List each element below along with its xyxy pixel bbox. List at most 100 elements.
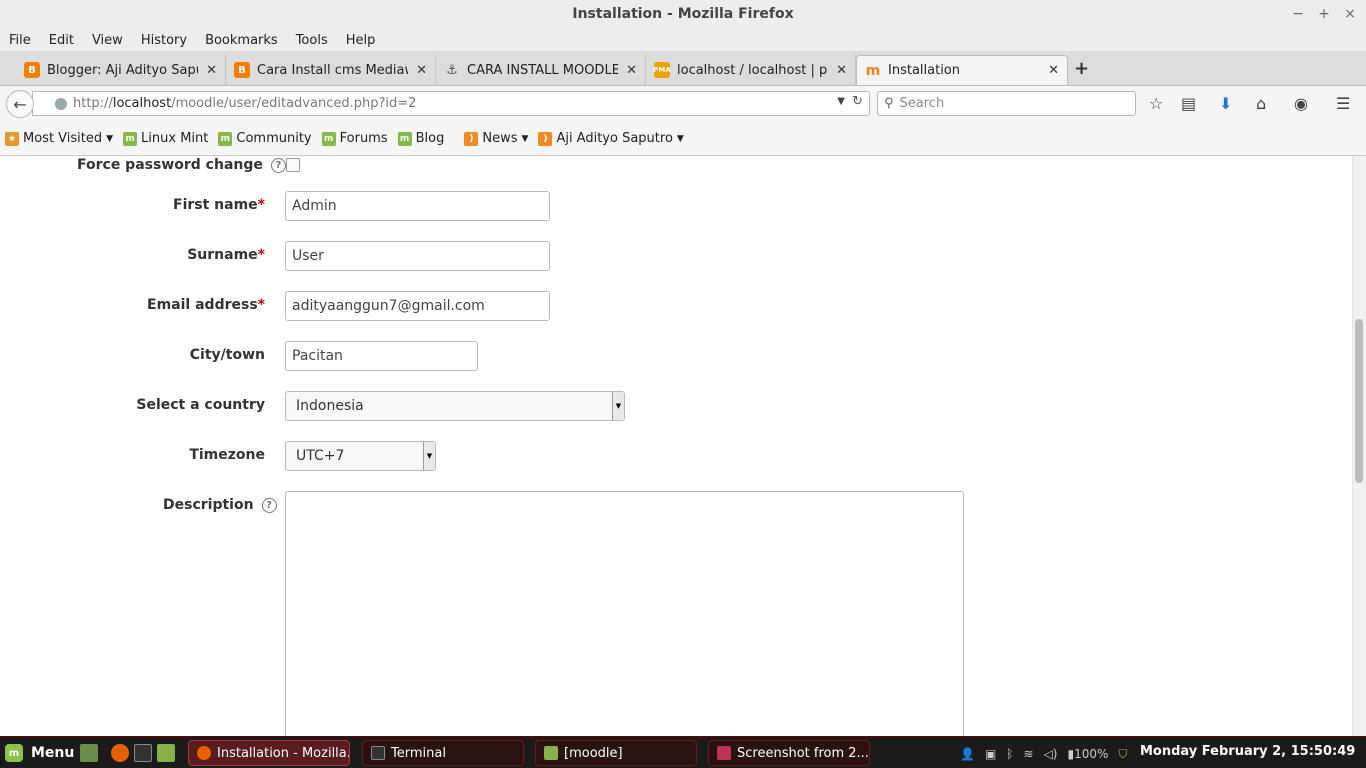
url-path: /moodle/user/editadvanced.php?id=2 <box>171 96 417 111</box>
menu-tools[interactable]: Tools <box>296 33 328 48</box>
tab-label: Installation <box>888 63 961 78</box>
tab-moodle-guide[interactable]: ⚓ CARA INSTALL MOODLE ... ✕ <box>436 55 646 85</box>
url-bar[interactable]: http://localhost/moodle/user/editadvance… <box>32 91 870 116</box>
bookmark-community[interactable]: m Community <box>218 131 312 146</box>
hamburger-menu-icon[interactable]: ☰ <box>1336 94 1350 113</box>
scrollbar-thumb[interactable] <box>1355 319 1363 483</box>
bookmarks-bar: ★ Most Visited ▼ m Linux Mint m Communit… <box>0 122 1366 156</box>
bookmark-label: Forums <box>339 131 388 146</box>
shield-icon[interactable]: ⛉ <box>1118 747 1127 762</box>
phpmyadmin-icon: PMA <box>653 62 671 78</box>
bookmark-forums[interactable]: m Forums <box>321 131 388 146</box>
close-tab-icon[interactable]: ✕ <box>836 63 847 78</box>
description-textarea[interactable] <box>285 491 964 736</box>
bookmark-aji-adityo[interactable]: ) Aji Adityo Saputro ▼ <box>538 131 684 146</box>
battery-indicator[interactable]: ▮100% <box>1067 747 1108 761</box>
task-files[interactable]: [moodle] <box>535 740 697 766</box>
tab-blogger[interactable]: B Blogger: Aji Adityo Saputr... ✕ <box>16 55 226 85</box>
mint-icon: m <box>321 131 336 146</box>
bookmark-label: Aji Adityo Saputro <box>556 131 673 146</box>
surname-input[interactable]: User <box>285 241 550 271</box>
back-button[interactable]: ← <box>6 90 34 118</box>
show-desktop-icon[interactable] <box>80 744 98 762</box>
maximize-icon[interactable]: + <box>1318 0 1330 29</box>
tab-mediawiki[interactable]: B Cara Install cms Mediawi... ✕ <box>226 55 436 85</box>
bookmark-star-icon[interactable]: ☆ <box>1149 94 1163 113</box>
timezone-label: Timezone <box>189 447 265 463</box>
reading-list-icon[interactable]: ▤ <box>1181 94 1196 113</box>
blogger-icon: B <box>234 62 250 78</box>
new-tab-icon[interactable]: + <box>1074 58 1089 79</box>
mint-icon: m <box>123 131 138 146</box>
url-dropdown-icon[interactable]: ▼ <box>837 96 845 107</box>
url-prefix: http:// <box>73 96 113 111</box>
reload-icon[interactable]: ↻ <box>852 94 863 109</box>
system-tray: 👤 ▣ ᛒ ≋ ◁) ▮100% ⛉ <box>960 744 1127 764</box>
close-tab-icon[interactable]: ✕ <box>1048 63 1059 78</box>
first-name-input[interactable]: Admin <box>285 191 550 221</box>
chevron-down-icon: ▼ <box>423 442 435 470</box>
menu-bookmarks[interactable]: Bookmarks <box>205 33 278 48</box>
start-menu-button[interactable]: m Menu <box>5 742 74 764</box>
folder-icon <box>544 746 558 760</box>
download-icon[interactable]: ⬇ <box>1219 94 1232 113</box>
bookmark-news[interactable]: ) News ▼ <box>464 131 528 146</box>
task-firefox[interactable]: Installation - Mozilla... <box>188 740 350 766</box>
city-input[interactable]: Pacitan <box>285 341 478 371</box>
moodle-icon: m <box>865 62 881 79</box>
home-icon[interactable]: ⌂ <box>1256 94 1266 113</box>
help-icon[interactable]: ? <box>270 157 286 173</box>
bookmark-most-visited[interactable]: ★ Most Visited ▼ <box>5 131 113 146</box>
menu-history[interactable]: History <box>141 33 187 48</box>
bookmark-label: Blog <box>415 131 445 146</box>
tab-phpmyadmin[interactable]: PMA localhost / localhost | ph... ✕ <box>646 55 856 85</box>
close-tab-icon[interactable]: ✕ <box>206 63 217 78</box>
email-input[interactable]: adityaanggun7@gmail.com <box>285 291 550 321</box>
minimize-icon[interactable]: − <box>1292 0 1304 29</box>
url-host: localhost <box>112 96 172 111</box>
wifi-icon[interactable]: ≋ <box>1024 747 1034 761</box>
menu-file[interactable]: File <box>9 33 31 48</box>
timezone-select[interactable]: UTC+7 ▼ <box>285 441 436 471</box>
terminal-launcher-icon[interactable] <box>134 744 152 762</box>
chat-icon[interactable]: ◉ <box>1294 94 1308 113</box>
surname-label: Surname* <box>187 247 265 263</box>
screenshot-icon <box>717 746 731 760</box>
firefox-launcher-icon[interactable] <box>111 744 129 762</box>
close-icon[interactable]: × <box>1344 0 1356 29</box>
task-terminal[interactable]: Terminal <box>362 740 524 766</box>
taskbar: m Menu Installation - Mozilla... Termina… <box>0 736 1366 768</box>
required-mark: * <box>257 197 265 213</box>
city-label: City/town <box>189 347 265 363</box>
close-tab-icon[interactable]: ✕ <box>626 63 637 78</box>
mint-logo-icon: m <box>5 744 23 762</box>
window-titlebar: Installation - Mozilla Firefox − + × <box>0 0 1366 29</box>
nav-bar: http://localhost/moodle/user/editadvance… <box>0 86 1366 122</box>
bookmark-linux-mint[interactable]: m Linux Mint <box>123 131 208 146</box>
menu-edit[interactable]: Edit <box>49 33 74 48</box>
required-mark: * <box>257 297 265 313</box>
force-password-label: Force password change? <box>77 157 286 173</box>
user-icon[interactable]: 👤 <box>960 747 975 761</box>
menu-view[interactable]: View <box>92 33 123 48</box>
most-visited-icon: ★ <box>5 131 19 146</box>
help-icon[interactable]: ? <box>261 497 277 513</box>
search-input[interactable]: ⚲ Search <box>877 91 1136 116</box>
force-password-checkbox[interactable] <box>286 158 300 172</box>
bookmark-blog[interactable]: m Blog <box>397 131 445 146</box>
files-launcher-icon[interactable] <box>157 744 175 762</box>
network-manager-icon[interactable]: ▣ <box>985 747 996 761</box>
tab-installation[interactable]: m Installation ✕ <box>856 55 1068 85</box>
mint-icon: m <box>218 131 233 146</box>
volume-icon[interactable]: ◁) <box>1044 747 1058 761</box>
search-icon: ⚲ <box>884 96 894 111</box>
chevron-down-icon: ▼ <box>521 133 529 144</box>
country-select[interactable]: Indonesia ▼ <box>285 391 625 421</box>
email-label: Email address* <box>147 297 265 313</box>
taskbar-clock[interactable]: Monday February 2, 15:50:49 <box>1140 744 1355 759</box>
close-tab-icon[interactable]: ✕ <box>416 63 427 78</box>
task-screenshot[interactable]: Screenshot from 2... <box>708 740 870 766</box>
mint-icon: m <box>397 131 412 146</box>
bluetooth-icon[interactable]: ᛒ <box>1006 747 1013 761</box>
menu-help[interactable]: Help <box>346 33 376 48</box>
